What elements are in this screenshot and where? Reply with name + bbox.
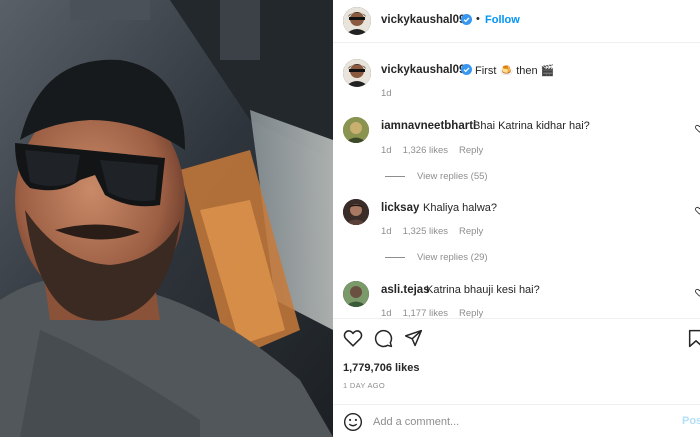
comment-time: 1d (381, 226, 392, 237)
comment-likes[interactable]: 1,326 likes (403, 145, 448, 156)
post-comment-button[interactable]: Post (682, 415, 700, 427)
save-bookmark-icon[interactable] (688, 329, 700, 348)
view-replies-label: View replies (29) (417, 252, 488, 263)
comment-bubble-icon[interactable] (374, 329, 393, 348)
avatar-image (343, 281, 369, 307)
comment-meta: 1d 1,325 likes Reply (381, 226, 483, 237)
caption-text: First 🍮 then 🎬 (475, 65, 555, 77)
comment-meta: 1d 1,326 likes Reply (381, 145, 483, 156)
comment-time: 1d (381, 145, 392, 156)
comment-avatar[interactable] (343, 117, 369, 143)
post-image (0, 0, 333, 437)
replies-line (385, 256, 405, 258)
post-time: 1 DAY AGO (343, 381, 386, 390)
author-avatar[interactable] (343, 7, 371, 35)
comment-like-heart-icon[interactable] (695, 288, 700, 297)
share-send-icon[interactable] (404, 329, 423, 347)
caption-username[interactable]: vickykaushal09 (381, 64, 465, 76)
post-panel: vickykaushal09 • Follow vickykaushal09 F… (333, 0, 700, 437)
likes-count[interactable]: 1,779,706 likes (343, 362, 419, 374)
avatar-image (343, 7, 371, 35)
comment-like-heart-icon[interactable] (695, 124, 700, 133)
follow-button[interactable]: Follow (485, 14, 520, 26)
comment-username[interactable]: asli.tejas (381, 284, 430, 296)
comment-username[interactable]: licksay (381, 202, 419, 214)
comment-input[interactable] (373, 414, 663, 430)
comment-text: Khaliya halwa? (423, 202, 497, 214)
view-replies-label: View replies (55) (417, 171, 488, 182)
comment-username[interactable]: iamnavneetbharti (381, 120, 476, 132)
post-header: vickykaushal09 • Follow (333, 0, 700, 43)
avatar-image (343, 117, 369, 143)
verified-badge-icon (461, 14, 472, 25)
reply-button[interactable]: Reply (459, 226, 483, 237)
post-actions: 1,779,706 likes 1 DAY AGO Post (333, 318, 700, 437)
comment-like-heart-icon[interactable] (695, 206, 700, 215)
avatar-image (343, 199, 369, 225)
comment-avatar[interactable] (343, 199, 369, 225)
verified-badge-icon (461, 64, 472, 75)
author-username[interactable]: vickykaushal09 (381, 14, 465, 26)
avatar-image (343, 59, 371, 87)
replies-line (385, 175, 405, 177)
caption-avatar[interactable] (343, 59, 371, 87)
view-replies-button[interactable]: View replies (29) (385, 252, 488, 263)
reply-button[interactable]: Reply (459, 145, 483, 156)
comment-text: Bhai Katrina kidhar hai? (473, 120, 590, 132)
caption-time: 1d (381, 88, 392, 99)
comment-avatar[interactable] (343, 281, 369, 307)
separator-dot: • (476, 13, 480, 25)
emoji-icon[interactable] (343, 412, 363, 432)
like-heart-icon[interactable] (343, 329, 363, 347)
comment-text: Katrina bhauji kesi hai? (426, 284, 540, 296)
view-replies-button[interactable]: View replies (55) (385, 171, 488, 182)
post-photo[interactable] (0, 0, 333, 437)
comment-likes[interactable]: 1,325 likes (403, 226, 448, 237)
comment-bar: Post (333, 404, 700, 437)
